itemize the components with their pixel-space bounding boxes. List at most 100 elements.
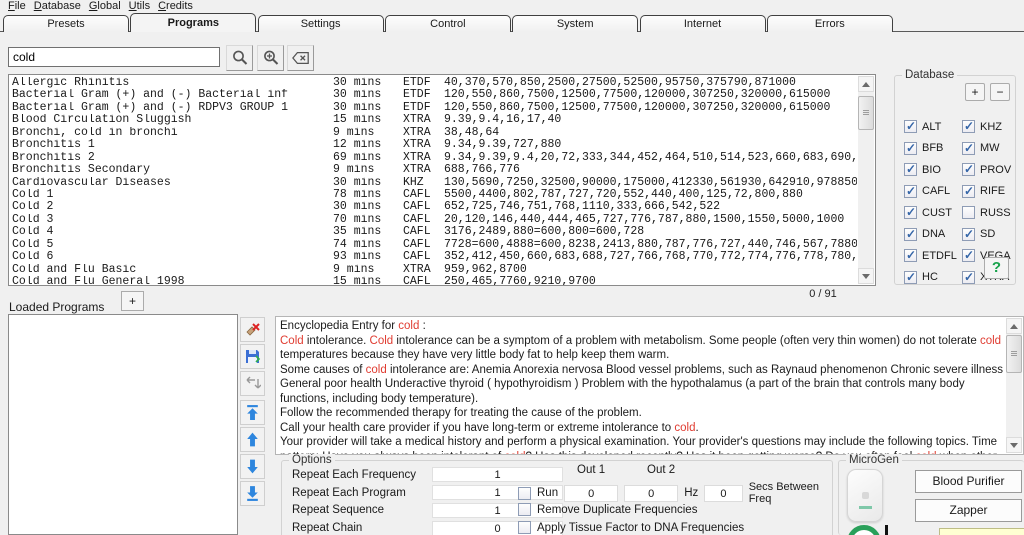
checkbox-vega[interactable] [962, 249, 975, 262]
program-name: Blood Circulation Sluggish [12, 114, 333, 126]
program-row[interactable]: Cold 574 minsCAFL7728=600,4888=600,8238,… [12, 239, 857, 251]
checkbox-russ[interactable] [962, 206, 975, 219]
help-button[interactable]: ? [984, 257, 1009, 279]
program-row[interactable]: Blood Circulation Sluggish15 minsXTRA9.3… [12, 114, 857, 126]
scroll-up-icon[interactable] [858, 76, 874, 92]
checkbox-label: KHZ [980, 121, 1002, 133]
tab-errors[interactable]: Errors [767, 15, 893, 32]
database-remove-button[interactable]: − [990, 83, 1010, 101]
checkbox-dna[interactable] [904, 228, 917, 241]
program-row[interactable]: Cold 435 minsCAFL3176,2489,880=600,800=6… [12, 226, 857, 238]
database-add-button[interactable]: + [965, 83, 985, 101]
checkbox-cust[interactable] [904, 206, 917, 219]
program-row[interactable]: Cold 693 minsCAFL352,412,450,660,683,688… [12, 251, 857, 263]
scroll-thumb[interactable] [858, 96, 874, 130]
checkbox-etdfl[interactable] [904, 249, 917, 262]
tab-programs[interactable]: Programs [130, 13, 256, 32]
clear-list-icon[interactable] [240, 317, 265, 342]
tab-system[interactable]: System [512, 15, 638, 32]
checkbox-khz[interactable] [962, 120, 975, 133]
program-row[interactable]: Bronchitis Secondary9 minsXTRA688,766,77… [12, 164, 857, 176]
blood-purifier-button[interactable]: Blood Purifier [915, 470, 1022, 493]
tab-presets[interactable]: Presets [3, 15, 129, 32]
program-name: Bronchitis 2 [12, 152, 333, 164]
program-frq: 352,412,450,660,683,688,727,766,768,770,… [444, 251, 857, 263]
menu-utils[interactable]: Utils [125, 0, 154, 13]
search-icon[interactable] [226, 45, 253, 71]
loaded-programs-add-button[interactable]: + [121, 291, 144, 311]
move-bottom-icon[interactable] [240, 481, 265, 506]
checkbox-alt[interactable] [904, 120, 917, 133]
program-row[interactable]: Cold 230 minsCAFL652,725,746,751,768,111… [12, 201, 857, 213]
checkbox-label: BIO [922, 164, 941, 176]
database-option-alt: ALT [904, 116, 962, 138]
tab-settings[interactable]: Settings [258, 15, 384, 32]
checkbox-prov[interactable] [962, 163, 975, 176]
program-row[interactable]: Allergic Rhinitis30 minsETDF40,370,570,8… [12, 77, 857, 89]
encyclopedia-scrollbar[interactable] [1006, 318, 1022, 453]
apply-tissue-factor-row: Apply Tissue Factor to DNA Frequencies [518, 521, 744, 534]
secs-between-freq-field[interactable]: 0 [704, 485, 742, 502]
menu-database[interactable]: Database [30, 0, 85, 13]
zoom-in-icon[interactable] [257, 45, 284, 71]
search-input[interactable] [8, 47, 220, 67]
remove-duplicates-row: Remove Duplicate Frequencies [518, 503, 697, 516]
run-checkbox[interactable] [518, 487, 531, 500]
checkbox-sd[interactable] [962, 228, 975, 241]
program-row[interactable]: Cold 370 minsCAFL20,120,146,440,444,465,… [12, 214, 857, 226]
tab-internet[interactable]: Internet [640, 15, 766, 32]
checkbox-bio[interactable] [904, 163, 917, 176]
program-row[interactable]: Bronchi, cold in bronchi9 minsXTRA38,48,… [12, 127, 857, 139]
database-option-etdfl: ETDFL [904, 245, 962, 267]
tab-control[interactable]: Control [385, 15, 511, 32]
menu-file[interactable]: File [4, 0, 30, 13]
encyclopedia-panel: Encyclopedia Entry for cold :Cold intole… [275, 316, 1024, 455]
out2-frequency-field[interactable]: 0 [624, 485, 678, 502]
move-down-icon[interactable] [240, 454, 265, 479]
move-top-icon[interactable] [240, 400, 265, 425]
program-rows: Allergic Rhinitis30 minsETDF40,370,570,8… [12, 77, 857, 285]
program-dur: 15 mins [333, 276, 403, 285]
checkbox-rife[interactable] [962, 185, 975, 198]
program-row[interactable]: Bronchitis 112 minsXTRA9.34,9.39,727,880 [12, 139, 857, 151]
checkbox-xtra[interactable] [962, 271, 975, 284]
program-row[interactable]: Cold and Flu General 199815 minsCAFL250,… [12, 276, 857, 285]
move-up-icon[interactable] [240, 427, 265, 452]
program-db: CAFL [403, 239, 444, 251]
status-strip [939, 528, 1024, 535]
loaded-programs-toolbar [240, 317, 265, 508]
checkbox-hc[interactable] [904, 271, 917, 284]
save-list-icon[interactable] [240, 344, 265, 369]
scroll-thumb[interactable] [1006, 335, 1022, 373]
clear-search-icon[interactable] [287, 45, 314, 71]
program-list-scrollbar[interactable] [858, 76, 874, 284]
program-row[interactable]: Bacterial Gram (+) and (-) RDPV3 GROUP 1… [12, 102, 857, 114]
program-db: ETDF [403, 102, 444, 114]
apply-tissue-factor-checkbox[interactable] [518, 521, 531, 534]
program-db: XTRA [403, 114, 444, 126]
program-dur: 15 mins [333, 114, 403, 126]
out1-frequency-field[interactable]: 0 [564, 485, 618, 502]
checkbox-label: DNA [922, 228, 945, 240]
program-row[interactable]: Cardiovascular Diseases30 minsKHZ130,569… [12, 177, 857, 189]
menu-global[interactable]: Global [85, 0, 125, 13]
program-row[interactable]: Bronchitis 269 minsXTRA9.34,9.39,9.4,20,… [12, 152, 857, 164]
remove-duplicates-checkbox[interactable] [518, 503, 531, 516]
zapper-button[interactable]: Zapper [915, 499, 1022, 522]
swap-icon[interactable] [240, 371, 265, 396]
program-row[interactable]: Bacterial Gram (+) and (-) Bacterial inf… [12, 89, 857, 101]
program-row[interactable]: Cold 178 minsCAFL5500,4400,802,787,727,7… [12, 189, 857, 201]
checkbox-bfb[interactable] [904, 142, 917, 155]
checkbox-cafl[interactable] [904, 185, 917, 198]
scroll-down-icon[interactable] [1006, 437, 1022, 453]
program-frq: 5500,4400,802,787,727,720,552,440,400,12… [444, 189, 857, 201]
loaded-programs-list[interactable] [8, 314, 238, 535]
program-list[interactable]: Allergic Rhinitis30 minsETDF40,370,570,8… [8, 74, 876, 286]
scroll-up-icon[interactable] [1006, 318, 1022, 334]
scroll-down-icon[interactable] [858, 268, 874, 284]
checkbox-mw[interactable] [962, 142, 975, 155]
apply-tissue-factor-label: Apply Tissue Factor to DNA Frequencies [537, 522, 744, 534]
program-db: CAFL [403, 189, 444, 201]
program-row[interactable]: Cold and Flu Basic9 minsXTRA959,962,8700 [12, 264, 857, 276]
menu-credits[interactable]: Credits [154, 0, 197, 13]
